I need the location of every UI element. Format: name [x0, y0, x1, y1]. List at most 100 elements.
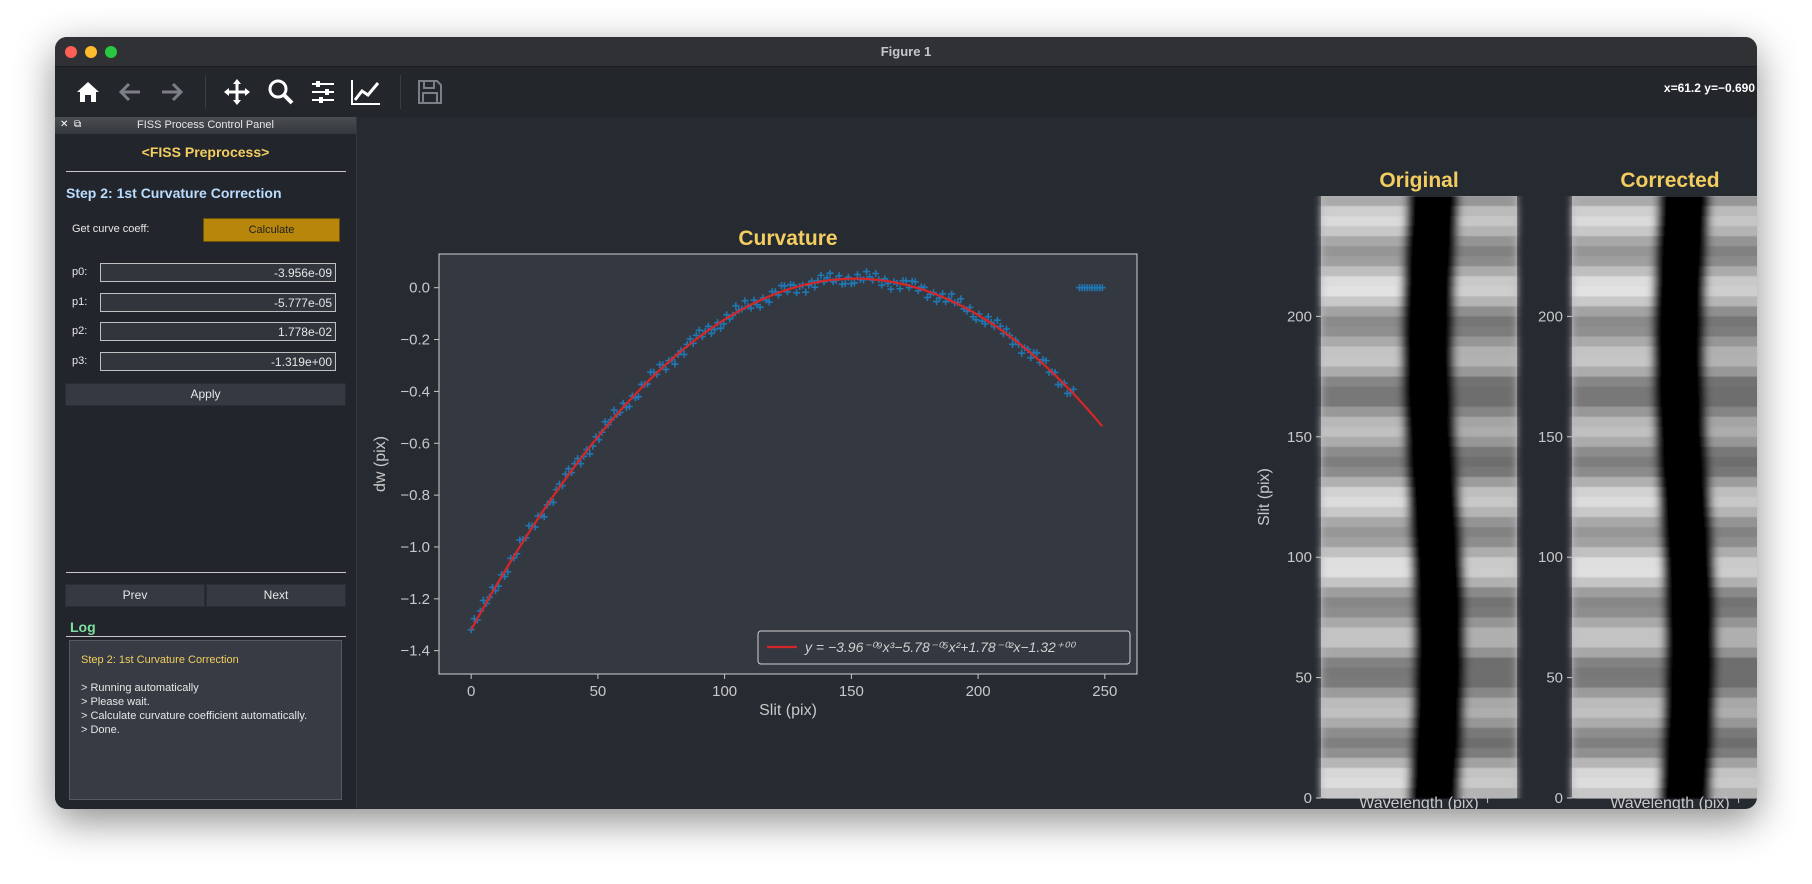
absorption-line [1652, 376, 1706, 388]
p1-field[interactable]: -5.777e-05 [100, 293, 336, 312]
log-line: > Please wait. [81, 696, 150, 708]
image-row [1572, 466, 1657, 478]
absorption-line [1658, 486, 1711, 498]
image-row [1572, 306, 1653, 317]
image-row [1454, 366, 1517, 378]
image-row [1572, 597, 1664, 608]
curvature-xlabel: Slit (pix) [759, 702, 817, 719]
image-row [1707, 256, 1757, 267]
apply-button[interactable]: Apply [65, 383, 346, 406]
image-row [1321, 436, 1405, 448]
configure-button[interactable] [306, 75, 340, 109]
image-row [1459, 206, 1517, 217]
image-row [1572, 527, 1661, 538]
image-row [1716, 607, 1757, 618]
absorption-line [1656, 216, 1710, 227]
legend-text: y = −3.96⁻⁰⁹x³−5.78⁻⁰⁵x²+1.78⁻⁰²x−1.32⁺⁰… [804, 639, 1077, 655]
image-row [1715, 717, 1757, 729]
y-tick-label: −1.2 [400, 591, 430, 608]
p3-field[interactable]: -1.319e+00 [100, 352, 336, 371]
figure-canvas[interactable]: Curvature Slit (pix) dw (pix) 0 50 100 150 2… [357, 117, 1757, 809]
absorption-line [1413, 627, 1466, 639]
absorption-line [1403, 416, 1457, 428]
image-row [1464, 717, 1517, 729]
absorption-line [1401, 326, 1455, 338]
zoom-button[interactable] [264, 75, 298, 109]
p0-field[interactable]: -3.956e-09 [100, 263, 336, 282]
image-row [1714, 557, 1757, 568]
prev-button[interactable]: Prev [65, 584, 205, 607]
absorption-line [1402, 406, 1456, 418]
image-row [1572, 777, 1660, 789]
image-row [1454, 306, 1517, 317]
absorption-line [1412, 607, 1466, 618]
image-row [1456, 246, 1517, 257]
image-row [1572, 717, 1663, 729]
image-row [1465, 587, 1517, 598]
absorption-line [1656, 456, 1710, 468]
image-row [1712, 507, 1757, 518]
y-tick-label: 200 [1287, 308, 1312, 325]
save-button[interactable] [413, 75, 447, 109]
image-row [1706, 406, 1757, 418]
p2-field[interactable]: 1.778e-02 [100, 322, 336, 341]
image-row [1572, 206, 1658, 217]
y-tick-label: 0 [1555, 790, 1563, 807]
absorption-line [1411, 577, 1465, 588]
absorption-line [1403, 246, 1457, 257]
next-button[interactable]: Next [206, 584, 346, 607]
image-row [1321, 497, 1408, 508]
image-row [1709, 216, 1757, 227]
absorption-line [1409, 537, 1463, 548]
image-row [1454, 386, 1517, 398]
image-row [1321, 547, 1411, 558]
image-row [1716, 597, 1757, 608]
absorption-line [1653, 266, 1707, 277]
image-row [1465, 657, 1517, 669]
spectrum-image [1321, 196, 1517, 799]
image-row [1708, 446, 1757, 458]
curvature-axes: Curvature Slit (pix) dw (pix) 0 50 100 150 2… [372, 227, 1138, 719]
image-row [1572, 416, 1655, 428]
absorption-line [1655, 236, 1709, 247]
image-row [1705, 376, 1757, 388]
x-tick-label: 150 [839, 683, 864, 700]
image-row [1466, 637, 1517, 649]
image-row [1572, 647, 1665, 659]
image-row [1572, 436, 1656, 448]
image-row [1321, 466, 1406, 478]
forward-button[interactable] [155, 75, 189, 109]
image-row [1465, 627, 1517, 639]
absorption-line [1661, 727, 1715, 739]
image-row [1572, 577, 1663, 588]
image-row [1707, 416, 1757, 428]
calculate-button[interactable]: Calculate [203, 218, 340, 242]
absorption-line [1408, 777, 1462, 789]
image-row [1459, 476, 1517, 488]
image-row [1572, 547, 1662, 558]
image-row [1715, 707, 1757, 719]
x-tick-label: 50 [590, 683, 607, 700]
absorption-line [1402, 386, 1455, 398]
absorption-line [1659, 507, 1713, 518]
image-row [1455, 276, 1517, 287]
configure-subplots-icon [312, 81, 334, 103]
x-tick-label: 100 [712, 683, 737, 700]
y-tick-label: 50 [1546, 670, 1563, 687]
image-row [1321, 226, 1405, 237]
absorption-line [1661, 547, 1715, 558]
image-row [1459, 486, 1517, 498]
image-row [1572, 747, 1661, 759]
absorption-line [1652, 366, 1706, 378]
absorption-line [1412, 677, 1466, 689]
image-row [1717, 637, 1757, 649]
image-row [1321, 617, 1413, 629]
edit-axis-button[interactable] [349, 75, 383, 109]
image-row [1708, 236, 1757, 247]
back-button[interactable] [113, 75, 147, 109]
step-title: Step 2: 1st Curvature Correction [66, 185, 282, 201]
pan-button[interactable] [220, 75, 254, 109]
image-row [1321, 657, 1414, 669]
home-button[interactable] [71, 75, 105, 109]
absorption-line [1653, 386, 1706, 398]
